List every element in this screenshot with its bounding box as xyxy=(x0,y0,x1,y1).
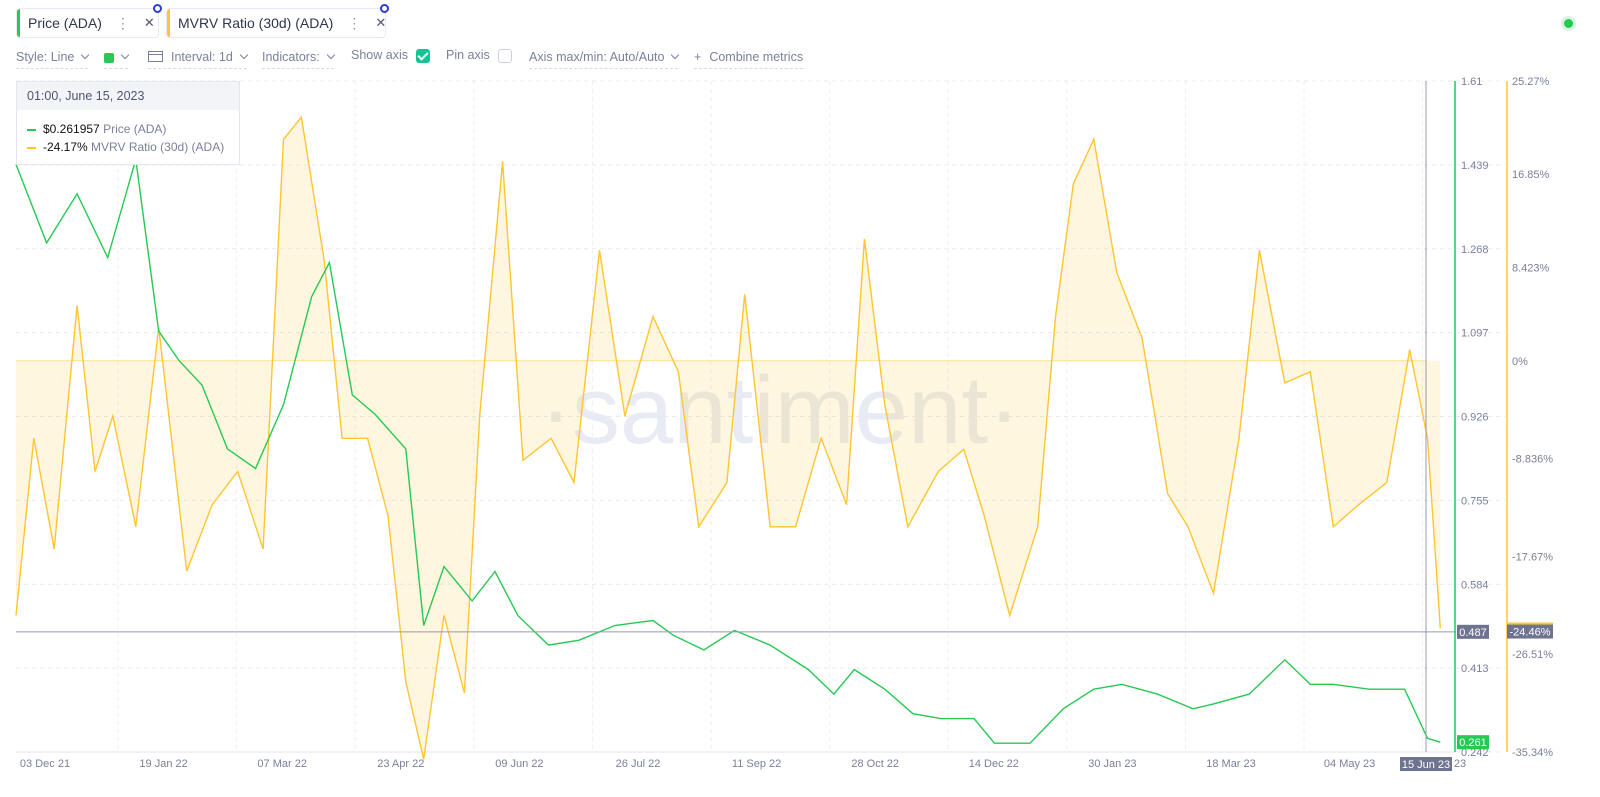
x-axis-tick-label: 07 Mar 22 xyxy=(257,758,307,770)
mvrv-axis-tick-label: 0% xyxy=(1512,356,1528,368)
series-color-dash xyxy=(27,146,36,149)
mvrv-axis-tick-label: -17.67% xyxy=(1512,551,1553,563)
mvrv-axis-tick-label: -8.836% xyxy=(1512,454,1553,466)
price-axis-tick-label: 0.755 xyxy=(1461,495,1489,507)
price-last-badge: 0.261 xyxy=(1459,737,1487,749)
mvrv-axis-tick-label: 25.27% xyxy=(1512,76,1550,88)
price-axis-tick-label: 0.926 xyxy=(1461,412,1489,424)
mvrv-axis-tick-label: -26.51% xyxy=(1512,649,1553,661)
chart-canvas[interactable]: ·santiment· 1.611.4391.2681.0970.9260.75… xyxy=(0,0,1600,797)
x-cursor-badge: 15 Jun 23 xyxy=(1402,759,1450,771)
tooltip-row-mvrv: -24.17% MVRV Ratio (30d) (ADA) xyxy=(27,140,239,154)
price-axis-tick-label: 0.413 xyxy=(1461,663,1489,675)
mvrv-series xyxy=(15,115,1441,760)
x-axis-tick-label: 03 Dec 21 xyxy=(20,758,70,770)
price-crosshair-badge: 0.487 xyxy=(1459,627,1487,639)
tooltip-value: $0.261957 xyxy=(43,122,100,136)
tooltip-row-price: $0.261957 Price (ADA) xyxy=(27,122,239,136)
x-axis-tick-label: 09 Jun 22 xyxy=(495,758,543,770)
mvrv-axis-tick-label: 16.85% xyxy=(1512,169,1550,181)
price-axis-tick-label: 1.097 xyxy=(1461,328,1489,340)
x-axis-tick-label: 14 Dec 22 xyxy=(969,758,1019,770)
price-axis-tick-label: 0.584 xyxy=(1461,579,1489,591)
x-axis-tick-label: 28 Oct 22 xyxy=(851,758,899,770)
x-axis-tick-label: 23 xyxy=(1454,758,1466,770)
x-axis-tick-label: 19 Jan 22 xyxy=(139,758,187,770)
x-axis-tick-label: 26 Jul 22 xyxy=(616,758,661,770)
tooltip-label: Price (ADA) xyxy=(103,122,167,136)
mvrv-axis-tick-label: 8.423% xyxy=(1512,263,1550,275)
x-axis-tick-label: 23 Apr 22 xyxy=(377,758,424,770)
mvrv-axis-tick-label: -35.34% xyxy=(1512,747,1553,759)
price-axis-tick-label: 1.268 xyxy=(1461,244,1489,256)
x-axis-tick-label: 30 Jan 23 xyxy=(1088,758,1136,770)
mvrv-area xyxy=(16,117,1441,760)
price-axis-tick-label: 1.439 xyxy=(1461,160,1489,172)
mvrv-last-badge: -24.46% xyxy=(1510,627,1551,639)
x-axis-tick-label: 11 Sep 22 xyxy=(732,758,781,770)
x-axis-tick-label: 18 Mar 23 xyxy=(1206,758,1256,770)
tooltip-date: 01:00, June 15, 2023 xyxy=(17,82,239,110)
tooltip-label: MVRV Ratio (30d) (ADA) xyxy=(91,140,225,154)
series-color-dash xyxy=(27,128,36,131)
chart-tooltip: 01:00, June 15, 2023 $0.261957 Price (AD… xyxy=(16,81,240,165)
tooltip-value: -24.17% xyxy=(43,140,88,154)
price-axis-tick-label: 1.61 xyxy=(1461,76,1482,88)
x-axis-tick-label: 04 May 23 xyxy=(1324,758,1375,770)
